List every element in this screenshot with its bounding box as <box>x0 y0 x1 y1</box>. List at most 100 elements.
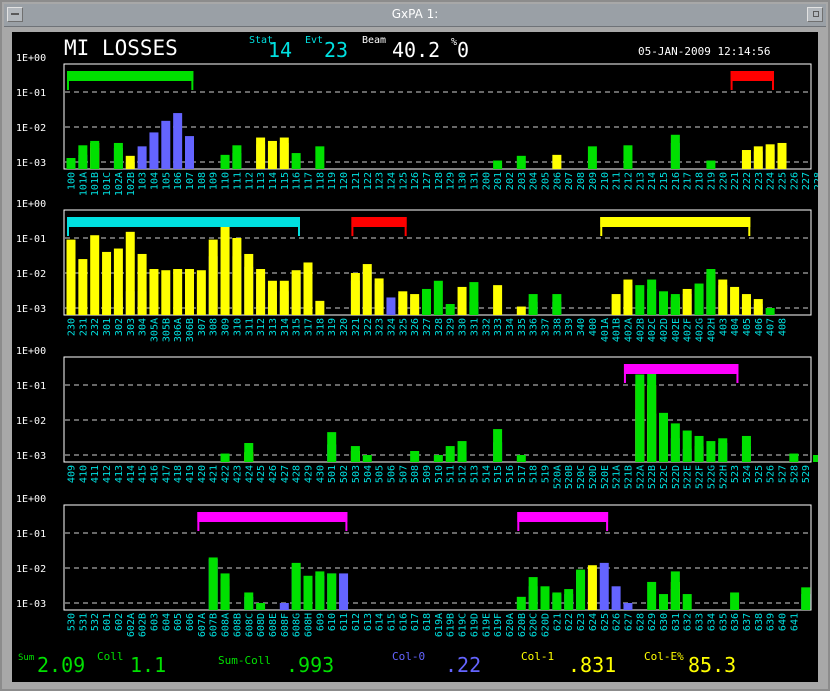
loss-bar <box>433 455 443 462</box>
x-tick-label: 626 <box>612 613 623 631</box>
loss-bar <box>670 571 680 610</box>
x-tick-label: 524 <box>742 465 753 483</box>
loss-bar <box>125 231 135 315</box>
x-tick-label: 210 <box>600 172 611 190</box>
x-tick-label: 522A <box>635 465 646 489</box>
loss-bar <box>422 288 431 315</box>
x-tick-label: 531 <box>78 613 89 631</box>
x-tick-label: 107 <box>185 172 196 190</box>
x-tick-label: 102B <box>126 172 137 196</box>
x-tick-label: 612 <box>351 613 362 631</box>
x-tick-label: 519 <box>541 465 552 483</box>
x-tick-label: 124 <box>386 172 397 190</box>
x-tick-label: 507 <box>398 465 409 483</box>
x-tick-label: 106 <box>173 172 184 190</box>
x-tick-label: 209 <box>588 172 599 190</box>
x-tick-label: 331 <box>469 318 480 336</box>
x-tick-label: 402B <box>635 318 646 342</box>
loss-bar <box>161 270 171 315</box>
x-tick-label: 117 <box>304 172 315 190</box>
x-tick-label: 508 <box>410 465 421 483</box>
collimator-band-edge <box>772 71 774 90</box>
x-tick-label: 319 <box>327 318 338 336</box>
x-tick-label: 401B <box>612 318 623 342</box>
loss-bar <box>327 432 337 462</box>
x-tick-label: 639 <box>766 613 777 631</box>
loss-bar <box>493 160 503 169</box>
loss-bar <box>220 218 230 315</box>
loss-bar <box>516 306 526 315</box>
colE-label: Col-E% <box>644 650 684 663</box>
x-tick-label: 404 <box>730 318 741 336</box>
loss-bar <box>587 565 597 610</box>
collimator-band <box>67 71 194 81</box>
x-tick-label: 607B <box>209 613 220 637</box>
loss-bar <box>753 146 763 169</box>
collimator-band <box>730 71 774 81</box>
loss-bar <box>208 557 218 610</box>
x-tick-label: 224 <box>766 172 777 190</box>
maximize-button[interactable] <box>807 7 823 22</box>
x-tick-label: 327 <box>422 318 433 336</box>
x-tick-label: 619E <box>481 613 492 637</box>
loss-bar <box>659 594 668 610</box>
loss-bar <box>291 562 301 610</box>
loss-bar <box>279 280 289 315</box>
x-tick-label: 506 <box>386 465 397 483</box>
collimator-band-edge <box>736 364 739 383</box>
x-tick-label: 608E <box>268 613 279 637</box>
x-tick-label: 521B <box>623 465 634 489</box>
x-tick-label: 412 <box>102 465 113 483</box>
loss-bar <box>516 155 526 169</box>
loss-panel: 1E+001E-011E-021E-03230 231 232 301 302 303 30… <box>16 199 812 342</box>
x-tick-label: 328 <box>434 318 445 336</box>
x-tick-label: 332 <box>481 318 492 336</box>
loss-bar <box>362 455 372 462</box>
x-tick-label: 522C <box>659 465 670 489</box>
x-tick-label: 406 <box>754 318 765 336</box>
x-tick-label: 301 <box>102 318 113 336</box>
loss-bar <box>350 446 360 462</box>
loss-bar <box>741 294 751 315</box>
x-tick-label: 619A <box>434 613 445 637</box>
title-bar[interactable]: GxPA 1: <box>4 4 826 27</box>
collimator-band <box>351 217 407 227</box>
loss-panel: 1E+001E-011E-021E-03530 531 532 601 602 602A 6… <box>16 494 812 637</box>
y-tick-label: 1E+00 <box>16 346 46 357</box>
loss-bar <box>291 153 301 169</box>
loss-bar <box>647 279 657 315</box>
loss-bar <box>682 288 692 315</box>
x-tick-label: 118 <box>315 172 326 190</box>
x-tick-label: 101C <box>102 172 113 196</box>
loss-bar <box>516 596 526 610</box>
x-tick-label: 532 <box>90 613 101 631</box>
loss-bar <box>161 120 171 169</box>
loss-bar <box>457 286 467 315</box>
x-tick-label: 518 <box>529 465 540 483</box>
loss-bar <box>398 291 408 315</box>
x-tick-label: 306A <box>173 318 184 342</box>
loss-bar <box>78 259 88 315</box>
x-tick-label: 430 <box>315 465 326 483</box>
loss-bar <box>635 285 645 315</box>
panel-frame <box>63 504 812 611</box>
x-tick-label: 510 <box>434 465 445 483</box>
x-tick-label: 529 <box>801 465 812 483</box>
loss-bar <box>173 269 183 315</box>
x-tick-label: 501 <box>327 465 338 483</box>
loss-bar <box>516 455 526 462</box>
collimator-band <box>623 364 739 374</box>
col0-value: .22 <box>445 653 481 677</box>
loss-bar <box>90 140 100 169</box>
x-tick-label: 340 <box>576 318 587 336</box>
x-tick-label: 213 <box>635 172 646 190</box>
loss-bar <box>339 573 349 610</box>
loss-bar <box>196 270 206 315</box>
x-tick-label: 608C <box>244 613 255 637</box>
x-tick-label: 330 <box>458 318 469 336</box>
sum-value: 2.09 <box>37 653 85 677</box>
x-tick-label: 100 <box>67 172 78 190</box>
loss-bar <box>694 435 704 462</box>
x-tick-label: 429 <box>304 465 315 483</box>
loss-bar <box>528 577 538 610</box>
